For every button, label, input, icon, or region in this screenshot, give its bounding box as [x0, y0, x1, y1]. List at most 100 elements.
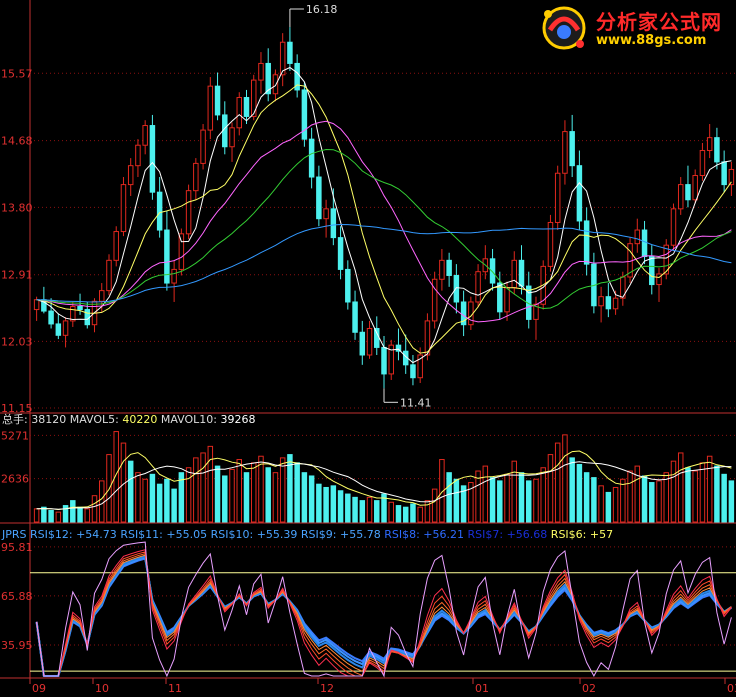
- volume-legend-value: 38120: [31, 413, 70, 426]
- volume-tick-label: 2636: [1, 473, 29, 486]
- candle-body: [62, 320, 69, 336]
- candle-body: [381, 346, 387, 375]
- volume-bar: [359, 500, 366, 523]
- volume-bar: [417, 506, 423, 523]
- candle-body: [214, 85, 221, 116]
- volume-bar: [525, 480, 532, 523]
- volume-bar: [91, 495, 98, 523]
- candle-body: [576, 165, 583, 222]
- volume-bar: [649, 482, 655, 523]
- candle-body: [685, 184, 691, 201]
- volume-bar: [591, 477, 597, 523]
- candle-body: [337, 237, 344, 270]
- rsi-legend-label: RSI$11:: [120, 528, 166, 541]
- volume-bar: [562, 434, 568, 523]
- min-annotation-label: 11.41: [400, 396, 432, 409]
- rsi-legend-value: +56.21: [423, 528, 467, 541]
- volume-bar: [294, 462, 300, 523]
- candle-body: [439, 259, 445, 280]
- volume-bar: [301, 472, 308, 523]
- candle-body: [583, 220, 590, 265]
- volume-bar: [229, 468, 235, 523]
- volume-bar: [193, 457, 199, 523]
- logo-mark-icon: [542, 6, 586, 50]
- rsi-tick-label: 95.81: [1, 541, 33, 554]
- stock-chart: 16.1811.41 15.5714.6813.8012.9112.0311.1…: [0, 0, 736, 697]
- price-tick-label: 12.03: [1, 335, 33, 348]
- candle-body: [287, 41, 293, 64]
- volume-bar: [222, 475, 228, 523]
- volume-bar: [395, 505, 402, 523]
- candle-body: [200, 129, 206, 164]
- candle-body: [598, 296, 604, 307]
- volume-bar: [497, 480, 503, 523]
- candle-body: [135, 144, 141, 167]
- candle-body: [142, 125, 148, 146]
- volume-bar: [265, 467, 271, 523]
- site-logo: 分析家公式网 www.88gs.com: [536, 0, 736, 58]
- max-annotation-label: 16.18: [306, 3, 338, 16]
- volume-bar: [316, 483, 322, 523]
- volume-bar: [569, 457, 575, 523]
- volume-bar: [308, 475, 315, 523]
- candle-body: [374, 327, 380, 348]
- volume-legend: 总手: 38120 MAVOL5: 40220 MAVOL10: 39268: [2, 412, 255, 426]
- candle-body: [229, 127, 235, 148]
- candle-body: [511, 259, 518, 289]
- rsi-tick-label: 65.88: [1, 590, 33, 603]
- candle-body: [670, 208, 677, 246]
- volume-bar: [323, 486, 329, 523]
- volume-legend-value: 39268: [220, 413, 255, 426]
- x-tick-label: 02: [582, 682, 596, 695]
- volume-bar: [236, 459, 243, 523]
- volume-bar: [728, 480, 735, 523]
- logo-url: www.88gs.com: [596, 33, 707, 48]
- candle-body: [330, 208, 337, 239]
- candle-body: [106, 259, 112, 292]
- candle-body: [692, 175, 698, 201]
- volume-bar: [677, 452, 684, 523]
- volume-bar: [482, 465, 489, 523]
- volume-bar: [410, 503, 416, 523]
- volume-bar: [243, 472, 250, 523]
- logo-title: 分析家公式网: [596, 10, 722, 34]
- rsi-legend-label: RSI$8:: [384, 528, 423, 541]
- candle-body: [33, 299, 40, 311]
- rsi-legend-value: +56.68: [507, 528, 551, 541]
- candle-body: [677, 184, 684, 210]
- candle-body: [641, 229, 648, 258]
- volume-bar: [207, 445, 214, 523]
- candle-body: [316, 176, 322, 220]
- candle-body: [721, 161, 727, 186]
- volume-bar: [352, 496, 358, 523]
- rsi-legend-value: +55.78: [340, 528, 384, 541]
- volume-bar: [171, 488, 177, 523]
- candle-body: [634, 229, 641, 245]
- volume-bar: [670, 460, 677, 523]
- candle-body: [518, 259, 525, 287]
- price-tick-label: 12.91: [1, 269, 33, 282]
- volume-bar: [250, 462, 257, 523]
- volume-bar: [84, 508, 91, 523]
- volume-bar: [554, 442, 561, 523]
- volume-bar: [721, 473, 727, 523]
- volume-bar: [692, 470, 698, 523]
- price-tick-label: 15.57: [1, 67, 33, 80]
- x-tick-label: 10: [95, 682, 109, 695]
- candle-body: [453, 274, 460, 303]
- volume-bar: [70, 500, 76, 523]
- candle-body: [366, 327, 373, 356]
- rsi-legend-label: RSI$6:: [551, 528, 590, 541]
- candle-body: [236, 97, 243, 129]
- volume-bar: [583, 472, 590, 523]
- candle-body: [323, 208, 329, 220]
- rsi-legend-value: +55.39: [257, 528, 301, 541]
- candle-body: [554, 172, 561, 223]
- volume-bar: [200, 452, 206, 523]
- candle-body: [706, 137, 713, 152]
- x-tick-label: 11: [168, 682, 182, 695]
- candle-body: [243, 97, 250, 117]
- volume-bar: [135, 472, 141, 523]
- candle-body: [99, 290, 105, 302]
- candle-body: [171, 268, 177, 284]
